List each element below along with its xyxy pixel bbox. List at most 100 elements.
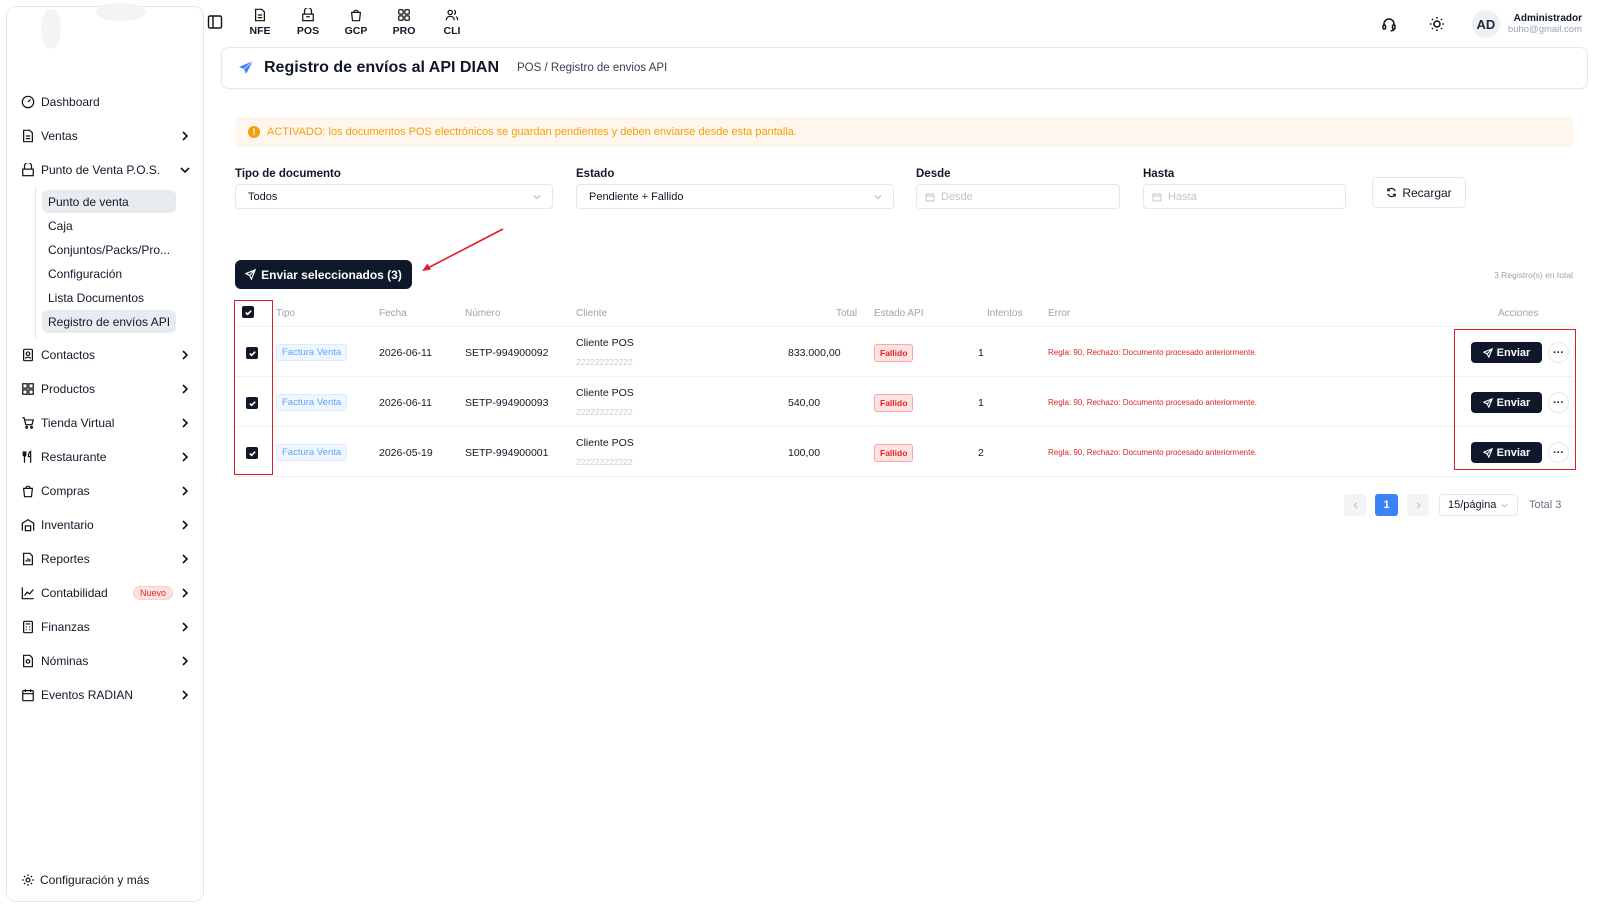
table-row: Factura Venta 2026-06-11 SETP-994900092 … xyxy=(236,327,1573,377)
sidebar-item-contabilidad[interactable]: Contabilidad Nuevo xyxy=(7,576,203,610)
bag-icon xyxy=(350,9,362,22)
settings-link[interactable]: Configuración y más xyxy=(21,873,149,887)
topnav-nfe[interactable]: NFE xyxy=(236,8,284,37)
sidebar-item-ventas[interactable]: Ventas xyxy=(7,119,203,153)
status-badge: Fallido xyxy=(874,344,914,362)
actions-column-highlight xyxy=(1454,329,1576,470)
records-total: 3 Registro(s) en total xyxy=(1494,270,1573,280)
topnav-label: NFE xyxy=(249,25,271,37)
cliente-cell: Cliente POS xyxy=(576,437,634,449)
col-error: Error xyxy=(1048,308,1071,319)
sidebar-item-dashboard[interactable]: Dashboard xyxy=(7,85,203,119)
submenu-registro-envios[interactable]: Registro de envíos API xyxy=(42,310,176,333)
report-icon xyxy=(21,552,35,566)
page-size-select[interactable]: 15/página xyxy=(1439,494,1518,516)
table-header: Tipo Fecha Número Cliente Total Estado A… xyxy=(236,303,1573,327)
filter-tipo-label: Tipo de documento xyxy=(235,168,341,180)
fecha-cell: 2026-06-11 xyxy=(379,347,432,359)
document-icon xyxy=(21,129,35,143)
calendar-icon xyxy=(21,688,35,702)
sidebar-item-compras[interactable]: Compras xyxy=(7,474,203,508)
submenu-conjuntos[interactable]: Conjuntos/Packs/Pro... xyxy=(42,238,176,261)
sidebar-item-restaurante[interactable]: Restaurante xyxy=(7,440,203,474)
pagination-total: Total 3 xyxy=(1529,499,1562,511)
sidebar-item-label: Contactos xyxy=(41,348,96,362)
submenu-configuracion[interactable]: Configuración xyxy=(42,262,176,285)
avatar[interactable]: AD xyxy=(1471,10,1500,38)
chevron-right-icon xyxy=(179,519,191,531)
chevron-down-icon xyxy=(874,195,882,200)
sidebar-item-tienda-virtual[interactable]: Tienda Virtual xyxy=(7,406,203,440)
filter-estado-value: Pendiente + Fallido xyxy=(589,190,684,203)
sidebar-item-finanzas[interactable]: Finanzas xyxy=(7,610,203,644)
top-nav: NFE POS GCP PRO CLI xyxy=(236,8,476,37)
chevron-down-icon xyxy=(179,164,191,176)
status-badge: Fallido xyxy=(874,394,914,412)
next-page-button[interactable] xyxy=(1407,494,1429,516)
chevron-right-icon xyxy=(179,130,191,142)
sidebar-item-label: Reportes xyxy=(41,552,90,566)
topnav-gcp[interactable]: GCP xyxy=(332,8,380,37)
cliente-id: 222222222222 xyxy=(576,407,633,417)
grid-icon xyxy=(21,382,35,396)
top-right-actions: AD Administrador buho@gmail.com xyxy=(1376,10,1582,38)
tipo-tag: Factura Venta xyxy=(276,444,348,461)
sidebar-item-contactos[interactable]: Contactos xyxy=(7,338,203,372)
filter-estado-select[interactable]: Pendiente + Fallido xyxy=(576,184,894,209)
cliente-cell: Cliente POS xyxy=(576,337,634,349)
users-icon xyxy=(445,9,459,21)
filter-desde-placeholder: Desde xyxy=(941,190,973,203)
sidebar-item-nominas[interactable]: Nóminas xyxy=(7,644,203,678)
prev-page-button[interactable] xyxy=(1344,494,1366,516)
sidebar-item-label: Restaurante xyxy=(41,450,107,464)
chevron-right-icon xyxy=(179,689,191,701)
pos-icon xyxy=(302,8,314,22)
sidebar-toggle-icon[interactable] xyxy=(207,14,223,30)
support-headset-icon[interactable] xyxy=(1376,11,1402,37)
logo xyxy=(41,3,151,61)
send-plane-icon xyxy=(239,60,254,74)
filter-tipo-select[interactable]: Todos xyxy=(235,184,553,209)
sidebar-item-label: Tienda Virtual xyxy=(41,416,115,430)
user-info[interactable]: Administrador buho@gmail.com xyxy=(1508,13,1582,35)
sidebar-item-eventos-radian[interactable]: Eventos RADIAN xyxy=(7,678,203,712)
send-selected-button[interactable]: Enviar seleccionados (3) xyxy=(235,260,412,289)
sidebar-item-reportes[interactable]: Reportes xyxy=(7,542,203,576)
sidebar-item-productos[interactable]: Productos xyxy=(7,372,203,406)
theme-sun-icon[interactable] xyxy=(1424,11,1450,37)
chart-icon xyxy=(21,586,35,600)
reload-button[interactable]: Recargar xyxy=(1372,177,1466,208)
utensils-icon xyxy=(21,450,35,464)
sidebar-item-label: Finanzas xyxy=(41,620,90,634)
submenu-punto-de-venta[interactable]: Punto de venta xyxy=(42,190,176,213)
info-alert: ! ACTIVADO: los documentos POS electróni… xyxy=(236,117,1573,147)
sidebar-item-label: Compras xyxy=(41,484,90,498)
topnav-cli[interactable]: CLI xyxy=(428,8,476,37)
topnav-pos[interactable]: POS xyxy=(284,8,332,37)
submenu-lista-documentos[interactable]: Lista Documentos xyxy=(42,286,176,309)
chevron-down-icon xyxy=(1501,503,1508,508)
filter-desde-input[interactable]: Desde xyxy=(916,184,1120,209)
submenu-caja[interactable]: Caja xyxy=(42,214,176,237)
col-acciones: Acciones xyxy=(1498,308,1539,319)
filter-hasta-input[interactable]: Hasta xyxy=(1143,184,1346,209)
error-cell: Regla: 90, Rechazo: Documento procesado … xyxy=(1048,348,1258,357)
chevron-left-icon xyxy=(1352,501,1357,509)
page-header: Registro de envíos al API DIAN POS / Reg… xyxy=(221,47,1588,89)
calendar-icon xyxy=(925,193,935,201)
topnav-pro[interactable]: PRO xyxy=(380,8,428,37)
filter-tipo-value: Todos xyxy=(248,190,278,203)
send-icon xyxy=(245,269,257,280)
col-total: Total xyxy=(836,308,858,319)
sidebar-item-label: Nóminas xyxy=(41,654,89,668)
sidebar-item-inventario[interactable]: Inventario xyxy=(7,508,203,542)
sidebar: Dashboard Ventas Punto de Venta P.O.S. P… xyxy=(6,3,204,902)
sidebar-item-pos[interactable]: Punto de Venta P.O.S. xyxy=(7,153,203,187)
sidebar-item-label: Productos xyxy=(41,382,96,396)
user-name: Administrador xyxy=(1513,13,1582,24)
page-1-button[interactable]: 1 xyxy=(1375,494,1398,516)
col-estado: Estado API xyxy=(874,308,924,319)
refresh-icon xyxy=(1387,187,1397,198)
sidebar-item-label: Dashboard xyxy=(41,95,100,109)
chevron-right-icon xyxy=(179,655,191,667)
